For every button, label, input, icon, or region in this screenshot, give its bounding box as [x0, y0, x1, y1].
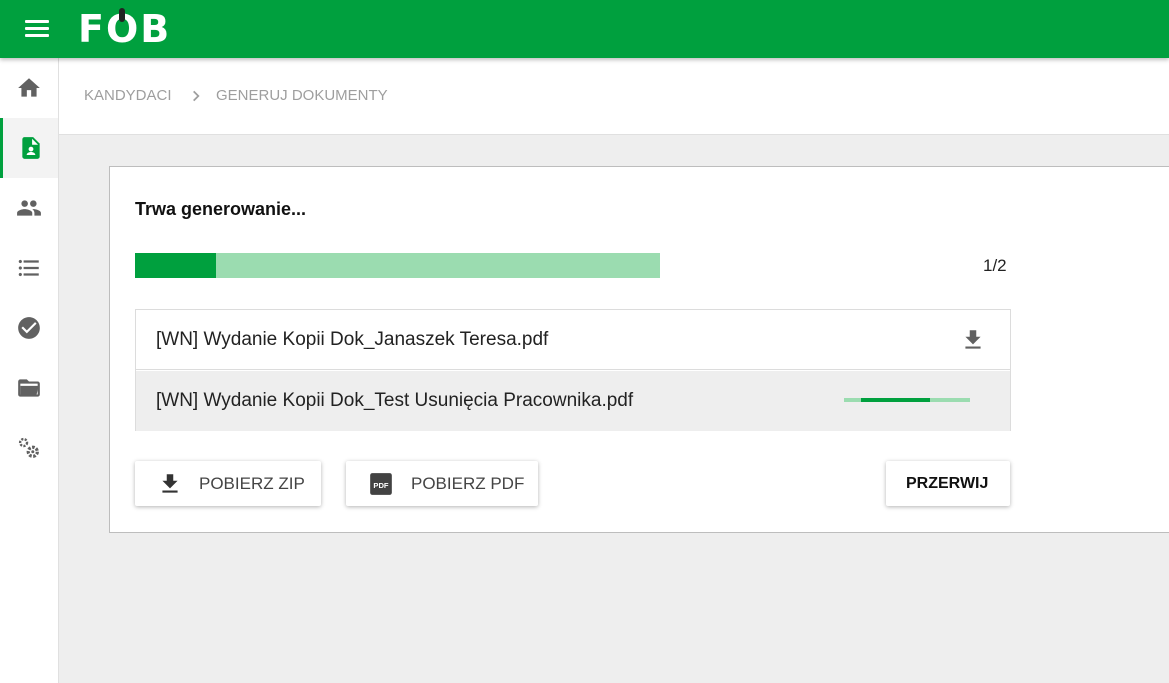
download-icon[interactable]: [960, 327, 986, 353]
file-name: [WN] Wydanie Kopii Dok_Janaszek Teresa.p…: [156, 329, 549, 350]
sidebar-item-folders[interactable]: [0, 358, 58, 418]
sidebar-item-documents[interactable]: [0, 118, 58, 178]
settings-gears-icon: [18, 437, 39, 458]
download-pdf-label: POBIERZ PDF: [411, 474, 525, 493]
progress-count: 1/2: [983, 256, 1007, 275]
file-progress-fill: [861, 398, 930, 402]
home-icon: [18, 78, 40, 97]
download-icon: [162, 474, 178, 493]
download-pdf-button[interactable]: PDF POBIERZ PDF: [346, 461, 538, 506]
sidebar-item-settings[interactable]: [0, 418, 58, 478]
sidebar-item-home[interactable]: [0, 58, 58, 118]
abort-label: PRZERWIJ: [906, 475, 989, 492]
breadcrumb-item-kandydaci[interactable]: KANDYDACI: [84, 87, 172, 104]
sidebar-item-approvals[interactable]: [0, 298, 58, 358]
check-circle-icon: [18, 317, 40, 339]
list-item: [WN] Wydanie Kopii Dok_Janaszek Teresa.p…: [136, 310, 1010, 370]
svg-text:PDF: PDF: [373, 481, 389, 490]
people-icon: [17, 200, 41, 216]
generated-file-list: [WN] Wydanie Kopii Dok_Janaszek Teresa.p…: [135, 309, 1011, 431]
overall-progress-bar: [135, 253, 660, 278]
logo-power-mark: [119, 8, 125, 22]
download-zip-button[interactable]: POBIERZ ZIP: [135, 461, 321, 506]
hamburger-menu-icon[interactable]: [20, 14, 54, 44]
folder-open-icon: [18, 379, 40, 397]
file-name: [WN] Wydanie Kopii Dok_Test Usunięcia Pr…: [156, 390, 634, 411]
sidebar-item-list[interactable]: [0, 238, 58, 298]
breadcrumb-item-current: GENERUJ DOKUMENTY: [216, 87, 388, 104]
file-progress-bar: [844, 398, 970, 402]
overall-progress-fill: [135, 253, 216, 278]
generation-card: Trwa generowanie... 1/2 [WN] Wydanie Kop…: [109, 166, 1169, 533]
top-app-bar: FOB: [0, 0, 1169, 58]
chevron-right-icon: [193, 90, 200, 102]
download-zip-label: POBIERZ ZIP: [199, 474, 305, 493]
document-person-icon: [21, 137, 40, 159]
list-icon: [18, 259, 39, 277]
list-item: [WN] Wydanie Kopii Dok_Test Usunięcia Pr…: [136, 371, 1010, 431]
sidebar-item-people[interactable]: [0, 178, 58, 238]
pdf-icon: PDF: [370, 473, 392, 495]
breadcrumb: KANDYDACI GENERUJ DOKUMENTY: [59, 58, 1169, 135]
sidebar: [0, 58, 59, 683]
generation-title: Trwa generowanie...: [135, 199, 307, 219]
abort-button[interactable]: PRZERWIJ: [886, 461, 1010, 506]
